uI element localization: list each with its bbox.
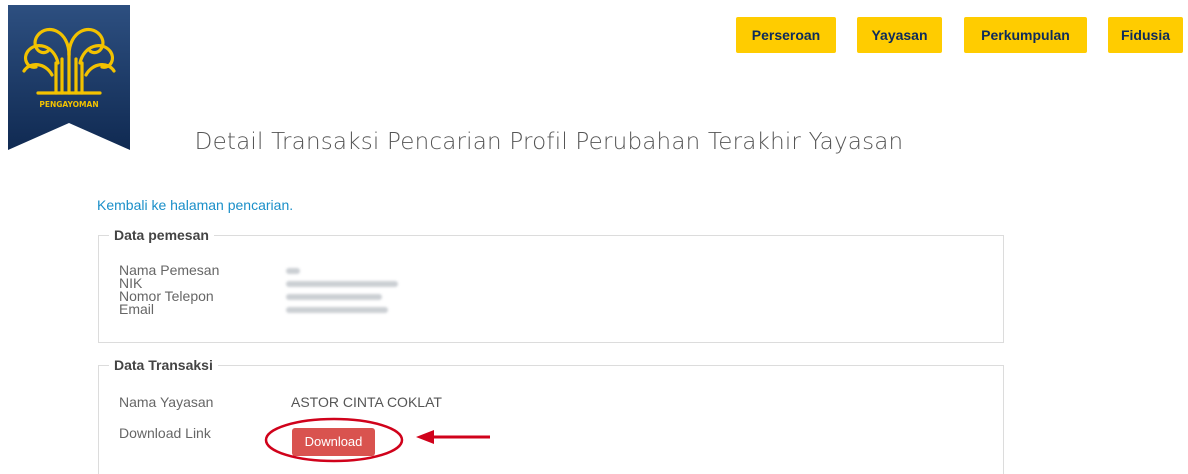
back-to-search-link[interactable]: Kembali ke halaman pencarian. (97, 197, 293, 213)
nama-pemesan-redacted-value (286, 268, 300, 274)
data-pemesan-section: Data pemesan Nama Pemesan NIK Nomor Tele… (98, 227, 1004, 343)
nav-yayasan-button[interactable]: Yayasan (857, 17, 942, 53)
data-pemesan-legend: Data pemesan (109, 227, 214, 243)
page-title: Detail Transaksi Pencarian Profil Peruba… (194, 129, 904, 155)
nav-perkumpulan-button[interactable]: Perkumpulan (964, 17, 1087, 53)
nik-redacted-value (286, 281, 398, 287)
data-transaksi-legend: Data Transaksi (109, 357, 218, 373)
logo-text: PENGAYOMAN (39, 100, 98, 109)
nav-fidusia-button[interactable]: Fidusia (1108, 17, 1183, 53)
top-navigation: Perseroan Yayasan Perkumpulan Fidusia (0, 17, 1188, 53)
nama-yayasan-value: ASTOR CINTA COKLAT (291, 394, 442, 410)
email-redacted-value (286, 307, 388, 313)
download-button[interactable]: Download (292, 428, 375, 456)
nama-yayasan-label: Nama Yayasan (119, 394, 214, 410)
email-label: Email (119, 301, 155, 317)
nav-perseroan-button[interactable]: Perseroan (736, 17, 836, 53)
nomor-telepon-redacted-value (286, 294, 382, 300)
data-transaksi-section: Data Transaksi Nama Yayasan ASTOR CINTA … (98, 357, 1004, 474)
download-link-label: Download Link (119, 425, 211, 441)
